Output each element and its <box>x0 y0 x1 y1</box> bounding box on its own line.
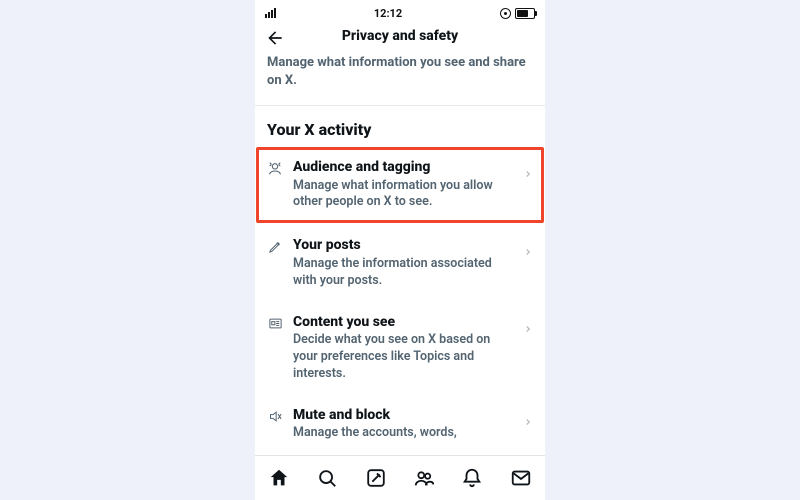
status-bar: 12:12 <box>255 0 545 22</box>
nav-communities[interactable] <box>413 467 435 489</box>
settings-list: Audience and tagging Manage what informa… <box>255 145 545 455</box>
nav-notifications[interactable] <box>461 467 483 489</box>
page-title: Privacy and safety <box>267 28 533 44</box>
pencil-icon <box>267 237 283 254</box>
nav-search[interactable] <box>316 467 338 489</box>
chevron-right-icon <box>523 314 535 334</box>
item-label: Audience and tagging <box>293 159 513 177</box>
item-label: Content you see <box>293 314 513 332</box>
mute-icon <box>267 407 283 424</box>
item-desc: Manage the information associated with y… <box>293 256 513 290</box>
nav-compose[interactable] <box>365 467 387 489</box>
signal-icon <box>265 8 276 18</box>
chevron-right-icon <box>523 159 535 179</box>
item-label: Your posts <box>293 237 513 255</box>
item-desc: Decide what you see on X based on your p… <box>293 332 513 383</box>
item-your-posts[interactable]: Your posts Manage the information associ… <box>255 225 545 301</box>
page-subtitle: Manage what information you see and shar… <box>267 54 533 89</box>
battery-icon <box>515 8 535 19</box>
page-header: Privacy and safety Manage what informati… <box>255 22 545 95</box>
newspaper-icon <box>267 314 283 331</box>
item-desc: Manage the accounts, words, <box>293 425 513 442</box>
section-title: Your X activity <box>255 106 545 145</box>
nav-messages[interactable] <box>510 467 532 489</box>
item-content-you-see[interactable]: Content you see Decide what you see on X… <box>255 302 545 395</box>
nav-home[interactable] <box>268 467 290 489</box>
people-icon <box>267 159 283 177</box>
chevron-right-icon <box>523 237 535 257</box>
orientation-lock-icon <box>500 8 511 19</box>
bottom-nav <box>255 455 545 500</box>
item-desc: Manage what information you allow other … <box>293 178 513 212</box>
item-mute-and-block[interactable]: Mute and block Manage the accounts, word… <box>255 395 545 442</box>
stage: 12:12 Privacy and safety Manage what inf… <box>0 0 800 500</box>
back-button[interactable] <box>265 28 285 48</box>
item-audience-tagging[interactable]: Audience and tagging Manage what informa… <box>255 145 545 225</box>
item-label: Mute and block <box>293 407 513 425</box>
arrow-left-icon <box>265 28 285 48</box>
chevron-right-icon <box>523 407 535 427</box>
phone-screen: 12:12 Privacy and safety Manage what inf… <box>255 0 545 500</box>
status-time: 12:12 <box>374 7 402 20</box>
